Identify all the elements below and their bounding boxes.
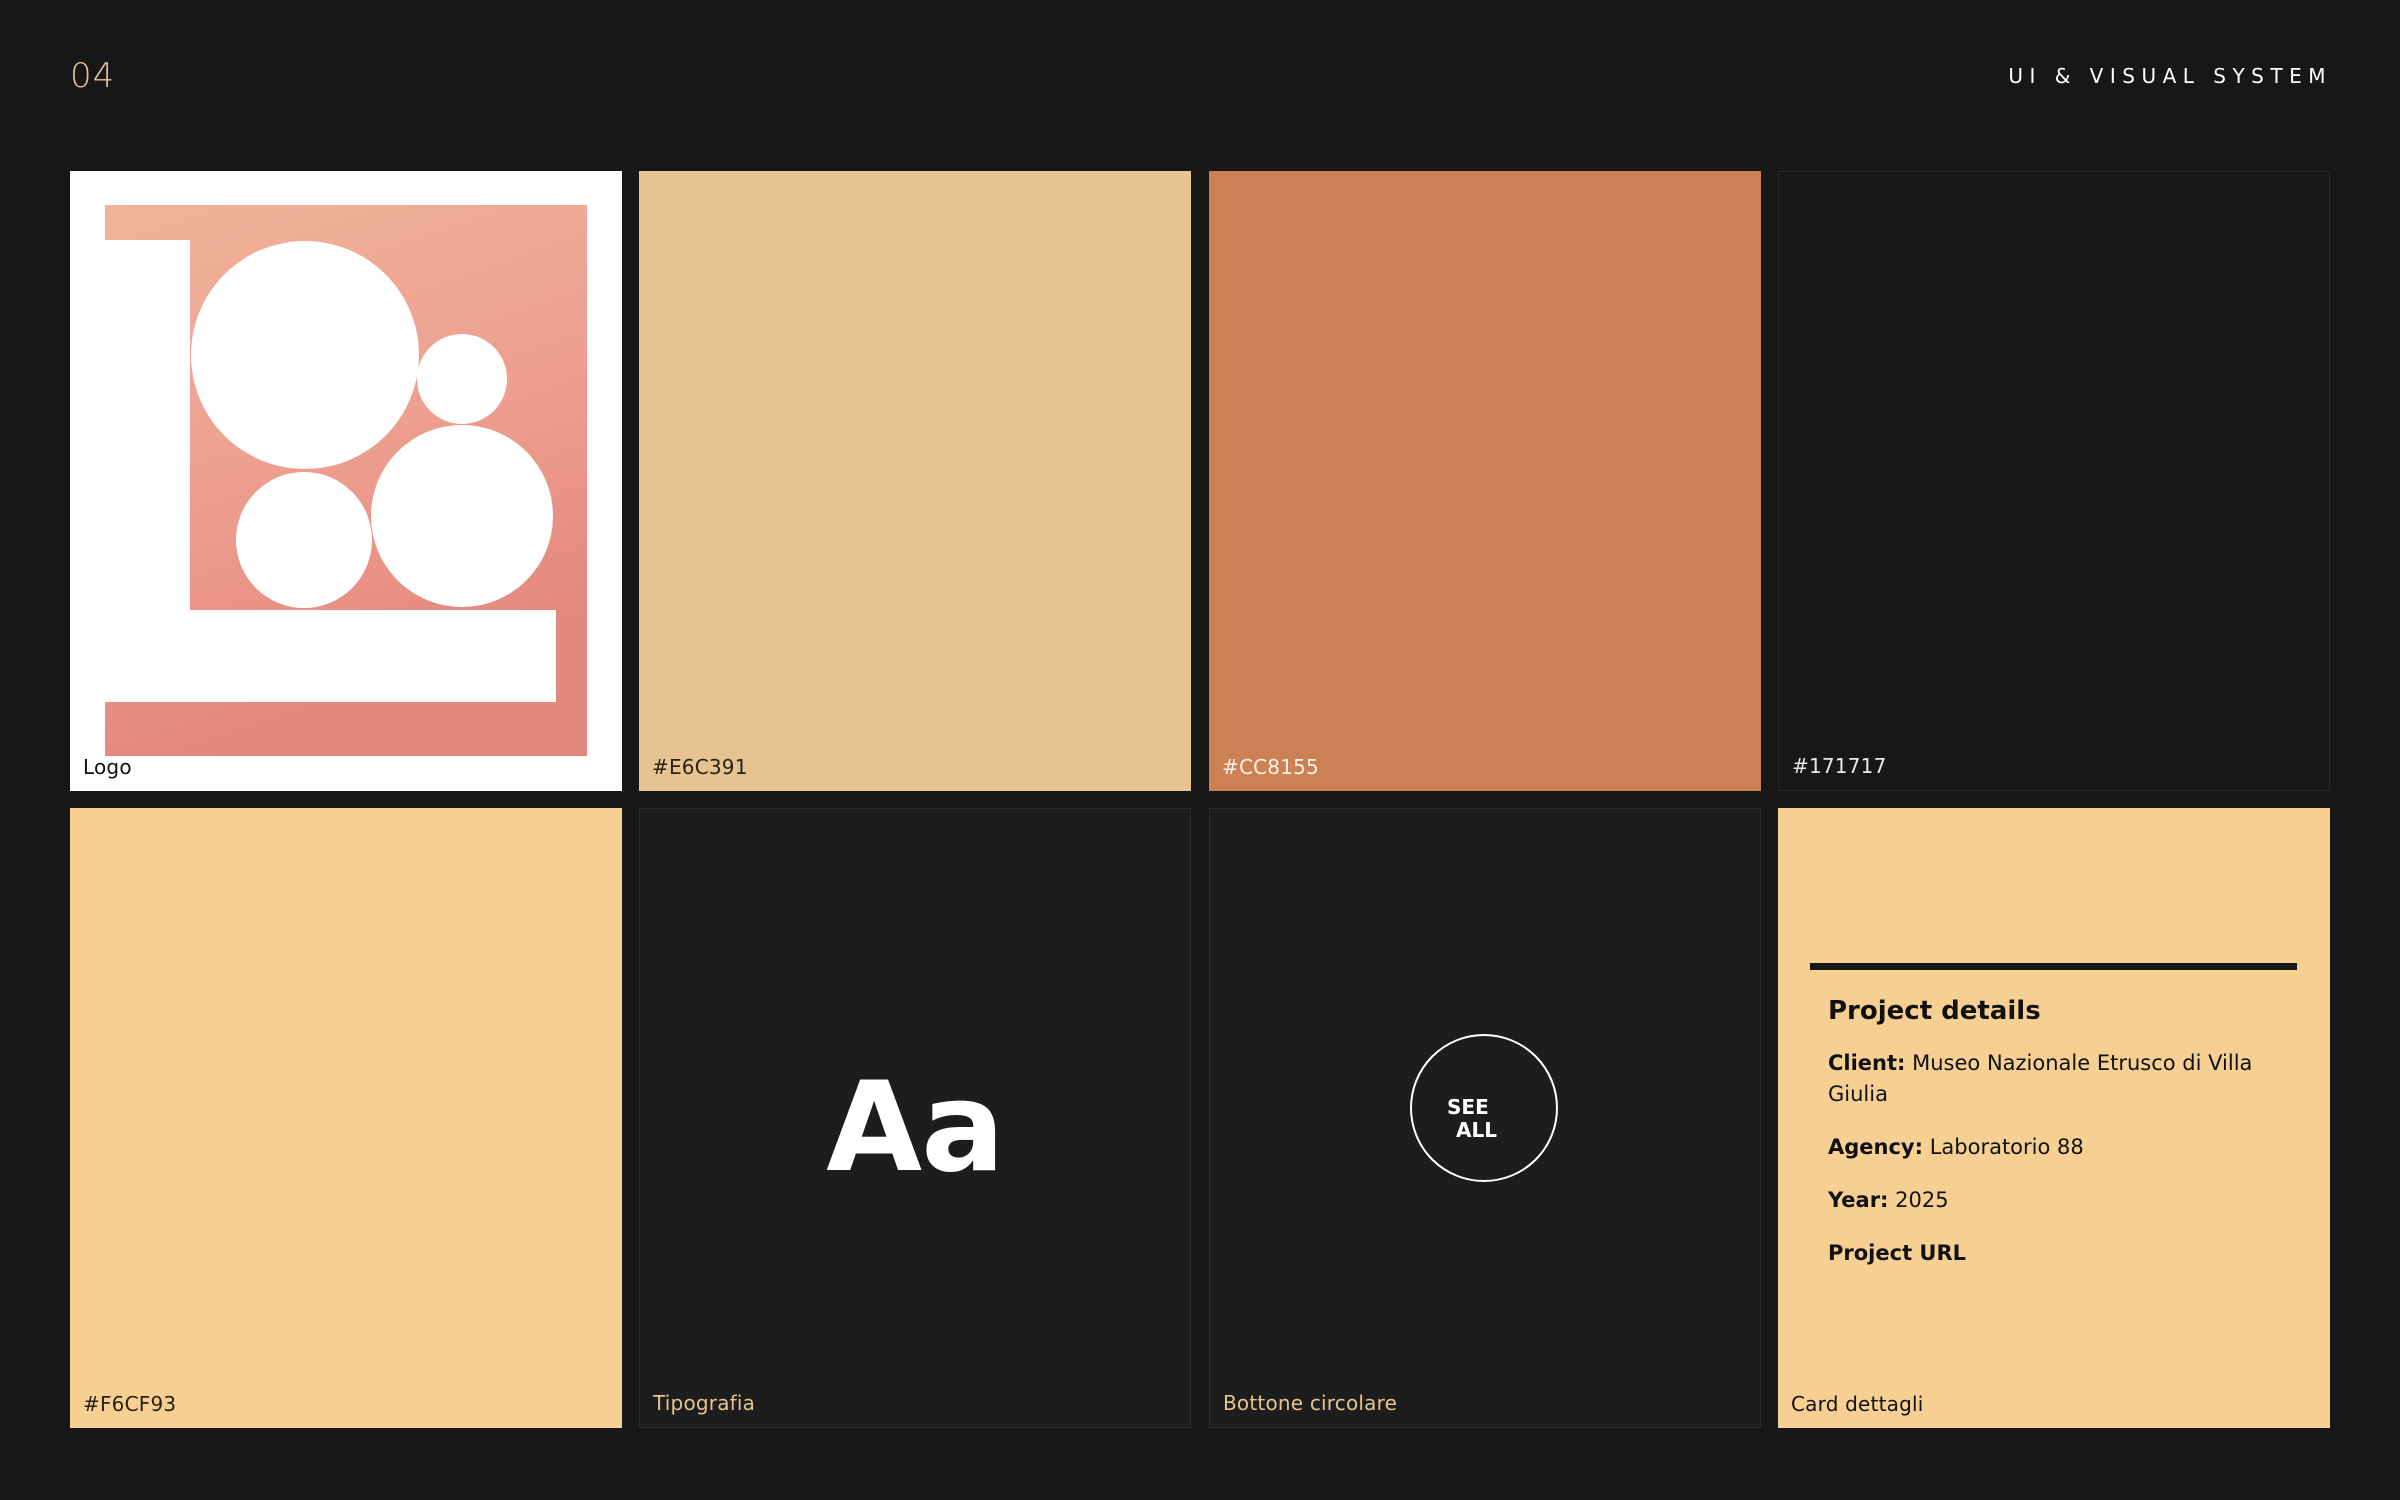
swatch-tile-f6cf93: #F6CF93 [70, 808, 622, 1428]
tile-label-details: Card dettagli [1791, 1392, 1924, 1416]
swatch-tile-e6c391: #E6C391 [639, 171, 1191, 791]
details-title: Project details [1828, 996, 2041, 1026]
typography-sample: Aa [826, 1056, 1005, 1200]
tile-label-logo: Logo [83, 755, 132, 779]
tile-label-button: Bottone circolare [1223, 1391, 1398, 1415]
page-number: 04 [70, 56, 116, 96]
year-value: 2025 [1895, 1188, 1949, 1212]
swatch-hex-label: #F6CF93 [83, 1392, 177, 1416]
see-all-line-1: SEE [1447, 1095, 1489, 1119]
details-divider [1810, 963, 2297, 970]
details-agency: Agency: Laboratorio 88 [1828, 1132, 2288, 1163]
details-url: Project URL [1828, 1238, 2288, 1269]
swatch-hex-label: #CC8155 [1222, 755, 1319, 779]
logo-mark-icon [105, 205, 587, 756]
swatch-tile-cc8155: #CC8155 [1209, 171, 1761, 791]
agency-value: Laboratorio 88 [1929, 1135, 2084, 1159]
details-year: Year: 2025 [1828, 1185, 2288, 1216]
logo-tile: Logo [70, 171, 622, 791]
see-all-line-2: ALL [1456, 1118, 1497, 1142]
year-label: Year: [1828, 1188, 1889, 1212]
agency-label: Agency: [1828, 1135, 1924, 1159]
details-card-tile: Project details Client: Museo Nazionale … [1778, 808, 2330, 1428]
project-details: Project details Client: Museo Nazionale … [1828, 996, 2288, 1291]
swatch-hex-label: #E6C391 [652, 755, 748, 779]
details-client: Client: Museo Nazionale Etrusco di Villa… [1828, 1048, 2288, 1110]
swatch-tile-171717: #171717 [1778, 171, 2330, 791]
tile-label-typography: Tipografia [653, 1391, 756, 1415]
project-url-link[interactable]: Project URL [1828, 1241, 1966, 1265]
client-label: Client: [1828, 1051, 1906, 1075]
swatch-hex-label: #171717 [1792, 754, 1887, 778]
see-all-button[interactable]: SEE ALL [1410, 1034, 1558, 1182]
section-title: UI & VISUAL SYSTEM [2008, 64, 2332, 88]
typography-tile: Aa Tipografia [639, 808, 1191, 1428]
circular-button-tile: SEE ALL Bottone circolare [1209, 808, 1761, 1428]
